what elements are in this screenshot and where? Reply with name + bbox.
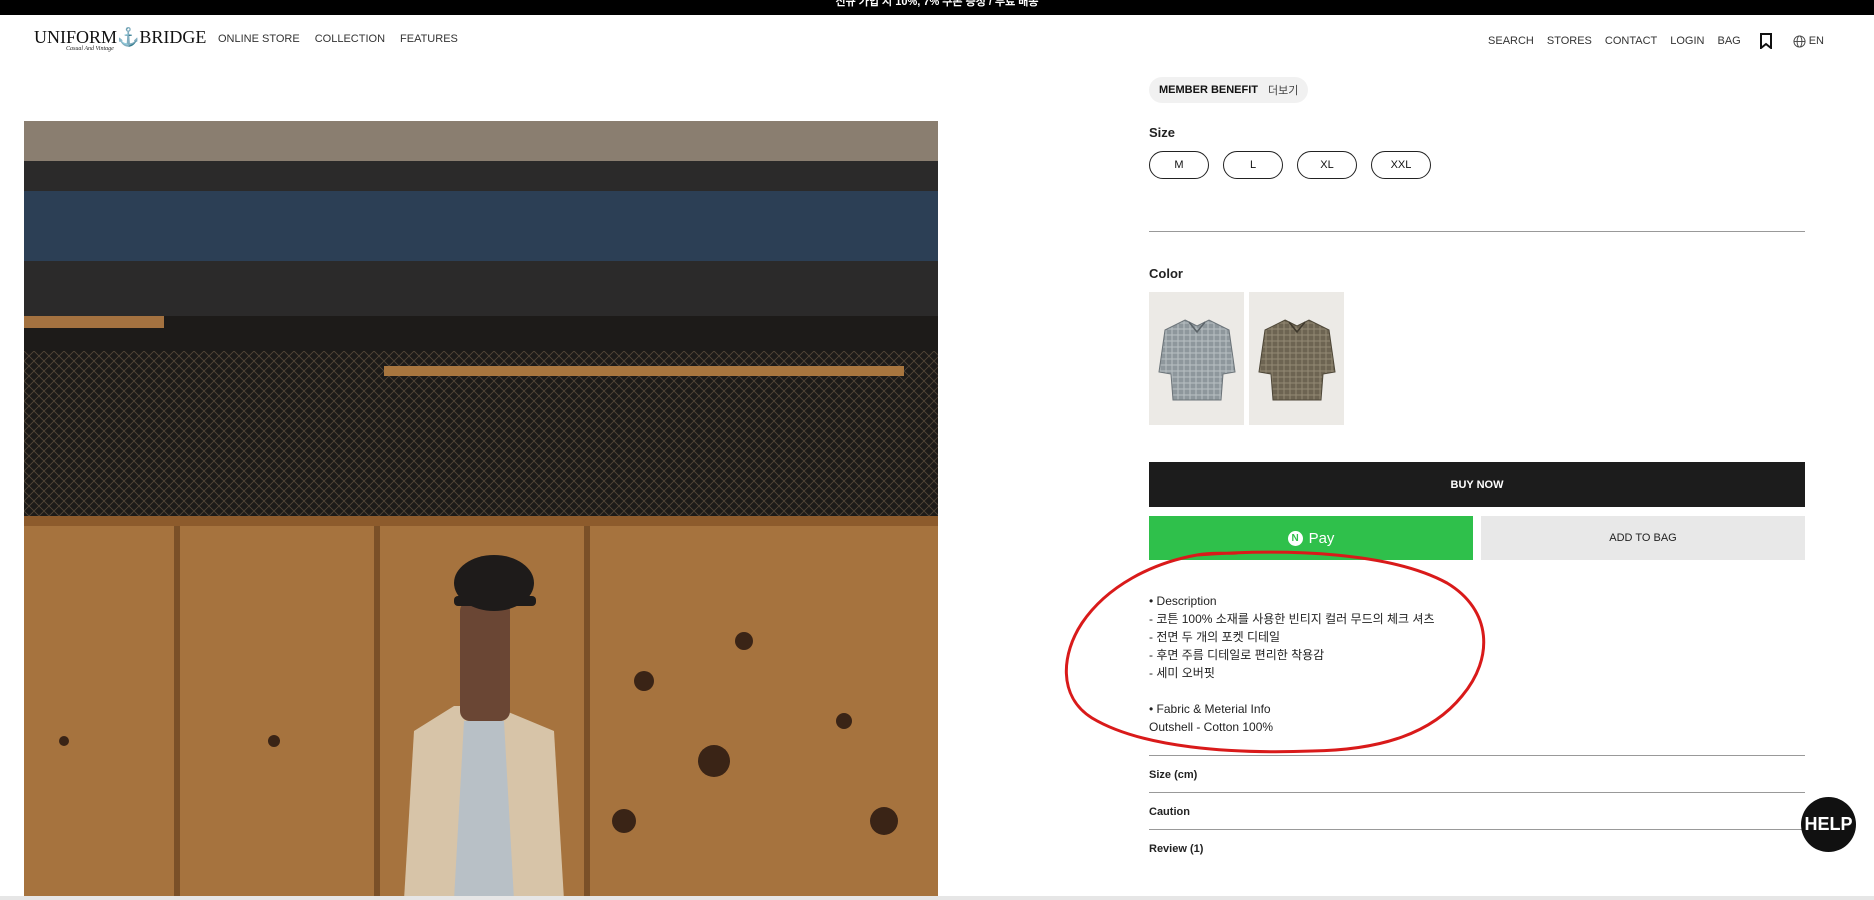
section-divider bbox=[1149, 231, 1805, 232]
globe-icon bbox=[1793, 34, 1806, 48]
bookmark-icon[interactable] bbox=[1759, 33, 1772, 49]
color-label: Color bbox=[1149, 266, 1183, 281]
member-benefit-more[interactable]: 더보기 bbox=[1268, 82, 1298, 98]
description-line: - 후면 주름 디테일로 편리한 착용감 bbox=[1149, 648, 1325, 662]
npay-button[interactable]: N Pay bbox=[1149, 516, 1473, 560]
language-label: EN bbox=[1808, 35, 1824, 47]
accordion-review[interactable]: Review (1) bbox=[1149, 843, 1805, 855]
help-button[interactable]: HELP bbox=[1801, 797, 1856, 852]
nav-collection[interactable]: COLLECTION bbox=[315, 33, 385, 45]
accordion-size-cm[interactable]: Size (cm) bbox=[1149, 769, 1805, 781]
size-option-l[interactable]: L bbox=[1223, 151, 1283, 179]
color-swatch-grey-check[interactable] bbox=[1149, 292, 1244, 425]
accordion-divider bbox=[1149, 829, 1805, 830]
size-label: Size bbox=[1149, 125, 1176, 140]
description-line: • Description bbox=[1149, 594, 1217, 608]
description-line: - 세미 오버핏 bbox=[1149, 666, 1215, 680]
description-line: Outshell - Cotton 100% bbox=[1149, 720, 1274, 734]
add-to-bag-button[interactable]: ADD TO BAG bbox=[1481, 516, 1805, 560]
logo-tagline: Casual And Vintage bbox=[66, 46, 114, 52]
description-line: • Fabric & Meterial Info bbox=[1149, 702, 1271, 716]
shirt-icon bbox=[1157, 318, 1236, 400]
color-swatches bbox=[1149, 292, 1344, 425]
description-line: - 전면 두 개의 포켓 디테일 bbox=[1149, 630, 1281, 644]
size-option-m[interactable]: M bbox=[1149, 151, 1209, 179]
announcement-text: 신규 가입 시 10%, 7% 쿠폰 증정 / 무료 배송 bbox=[835, 0, 1039, 8]
size-option-xl[interactable]: XL bbox=[1297, 151, 1357, 179]
nav-login[interactable]: LOGIN bbox=[1670, 35, 1704, 47]
member-benefit-pill[interactable]: MEMBER BENEFIT 더보기 bbox=[1149, 77, 1309, 103]
size-options: M L XL XXL bbox=[1149, 151, 1431, 179]
npay-logo-icon: N bbox=[1287, 530, 1303, 546]
utility-nav: SEARCH STORES CONTACT LOGIN BAG EN bbox=[1488, 33, 1824, 49]
buy-now-button[interactable]: BUY NOW bbox=[1149, 462, 1805, 507]
nav-bag[interactable]: BAG bbox=[1717, 35, 1740, 47]
member-benefit-label: MEMBER BENEFIT bbox=[1159, 84, 1258, 96]
npay-label: Pay bbox=[1308, 529, 1335, 547]
size-option-xxl[interactable]: XXL bbox=[1371, 151, 1431, 179]
site-header: UNIFORM⚓BRIDGE Casual And Vintage ONLINE… bbox=[0, 15, 1874, 65]
product-description: • Description - 코튼 100% 소재를 사용한 빈티지 컬러 무… bbox=[1149, 592, 1435, 736]
announcement-bar: 신규 가입 시 10%, 7% 쿠폰 증정 / 무료 배송 bbox=[0, 0, 1874, 15]
logo-wordmark: UNIFORM⚓BRIDGE bbox=[34, 27, 207, 47]
color-swatch-brown-check[interactable] bbox=[1249, 292, 1344, 425]
description-line: - 코튼 100% 소재를 사용한 빈티지 컬러 무드의 체크 셔츠 bbox=[1149, 612, 1435, 626]
nav-stores[interactable]: STORES bbox=[1547, 35, 1592, 47]
nav-features[interactable]: FEATURES bbox=[400, 33, 458, 45]
accordion-divider bbox=[1149, 792, 1805, 793]
accordion-divider bbox=[1149, 755, 1805, 756]
nav-search[interactable]: SEARCH bbox=[1488, 35, 1534, 47]
nav-contact[interactable]: CONTACT bbox=[1605, 35, 1657, 47]
brand-logo[interactable]: UNIFORM⚓BRIDGE Casual And Vintage bbox=[34, 27, 207, 58]
primary-nav: ONLINE STORE COLLECTION FEATURES bbox=[218, 33, 458, 45]
product-hero-image bbox=[24, 121, 938, 900]
nav-online-store[interactable]: ONLINE STORE bbox=[218, 33, 300, 45]
accordion-caution[interactable]: Caution bbox=[1149, 806, 1805, 818]
shirt-icon bbox=[1257, 318, 1336, 400]
language-selector[interactable]: EN bbox=[1793, 34, 1824, 48]
scrollbar-track bbox=[0, 896, 1874, 900]
